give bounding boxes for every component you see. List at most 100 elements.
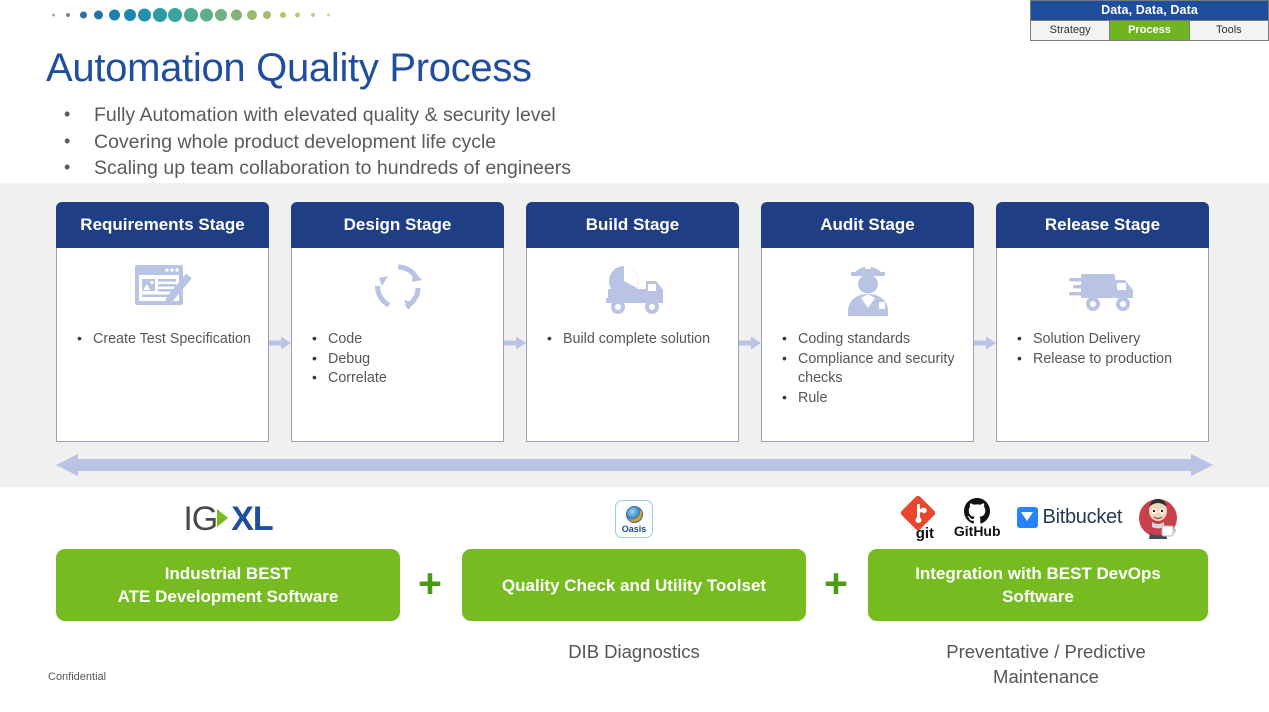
stage-title: Design Stage [291, 202, 504, 248]
caption-line1: Preventative / Predictive [868, 639, 1224, 664]
stage-card-design[interactable]: Design Stage [291, 202, 504, 442]
intro-bullet-item: Scaling up team collaboration to hundred… [52, 156, 852, 180]
green-box-line2: Software [915, 585, 1161, 608]
stage-body: Create Test Specification [56, 248, 269, 442]
delivery-truck-icon [997, 248, 1208, 322]
intro-bullet-item: Fully Automation with elevated quality &… [52, 103, 852, 127]
oasis-logo-text: Oasis [622, 524, 647, 534]
stage-item-list: Coding standards Compliance and security… [762, 330, 973, 408]
tab-strategy[interactable]: Strategy [1031, 21, 1110, 40]
double-headed-arrow-icon [56, 452, 1213, 483]
police-officer-icon [762, 248, 973, 322]
igxl-logo-arrow-icon [215, 506, 230, 530]
slide-canvas: Data, Data, Data Strategy Process Tools … [0, 0, 1269, 712]
github-cat-icon [962, 496, 992, 526]
stage-item-list: Code Debug Correlate [292, 330, 503, 389]
green-box-line2: ATE Development Software [118, 585, 339, 608]
intro-bullet-list: Fully Automation with elevated quality &… [52, 103, 852, 183]
caption-preventative-predictive: Preventative / Predictive Maintenance [868, 639, 1224, 689]
arrow-right-icon [269, 336, 291, 355]
tab-process[interactable]: Process [1110, 21, 1189, 40]
stage-card-requirements[interactable]: Requirements Stage [56, 202, 269, 442]
gradient-dot [138, 9, 151, 22]
stage-title: Build Stage [526, 202, 739, 248]
gradient-dot [124, 9, 136, 21]
gradient-dot [200, 9, 213, 22]
gradient-dot [66, 13, 70, 17]
logo-row-igxl: IG XL [56, 495, 400, 543]
oasis-globe-icon [626, 506, 643, 523]
igxl-logo-text-left: IG [183, 500, 217, 539]
green-box-quality-check[interactable]: Quality Check and Utility Toolset [462, 549, 806, 621]
arrow-right-icon [974, 336, 996, 355]
gradient-dot [52, 14, 55, 17]
stage-list-item: Correlate [304, 369, 495, 389]
green-box-integration-devops[interactable]: Integration with BEST DevOps Software [868, 549, 1208, 621]
stage-item-list: Create Test Specification [57, 330, 268, 350]
arrow-right-icon [739, 336, 761, 355]
document-edit-icon [57, 248, 268, 322]
stage-title: Audit Stage [761, 202, 974, 248]
caption-dib-diagnostics: DIB Diagnostics [462, 639, 806, 664]
stage-card-row: Requirements Stage [56, 202, 1209, 442]
nav-widget: Data, Data, Data Strategy Process Tools [1030, 0, 1269, 41]
logo-row-devops: git GitHub Bitbucket [868, 491, 1208, 543]
plus-separator-2: + [824, 563, 848, 604]
stage-card-build[interactable]: Build Stage [526, 202, 739, 442]
gradient-dot [263, 11, 271, 19]
gradient-dot [153, 8, 167, 22]
green-box-line1: Integration with BEST DevOps [915, 562, 1161, 585]
page-title: Automation Quality Process [46, 46, 532, 91]
gradient-dot [311, 13, 315, 17]
logo-row-oasis: Oasis [462, 495, 806, 543]
stage-list-item: Code [304, 330, 495, 350]
stage-card-release[interactable]: Release Stage [996, 202, 1209, 442]
stage-connector [269, 202, 291, 442]
green-box-industrial-best[interactable]: Industrial BEST ATE Development Software [56, 549, 400, 621]
gradient-dot [109, 10, 120, 21]
gradient-dot-strip [46, 5, 336, 25]
gradient-dot [295, 13, 300, 18]
stage-body: Build complete solution [526, 248, 739, 442]
nav-widget-title: Data, Data, Data [1030, 0, 1269, 20]
stage-list-item: Release to production [1009, 350, 1200, 370]
refresh-cycle-icon [292, 248, 503, 322]
intro-bullet-item: Covering whole product development life … [52, 130, 852, 154]
git-logo: git [898, 493, 938, 542]
gradient-dot [94, 11, 103, 20]
gradient-dot [280, 12, 286, 18]
stage-list-item: Debug [304, 350, 495, 370]
caption-line2: Maintenance [868, 664, 1224, 689]
gradient-dot [247, 10, 257, 20]
arrow-right-icon [504, 336, 526, 355]
stage-connector [739, 202, 761, 442]
jenkins-logo [1138, 495, 1178, 539]
gradient-dot [184, 8, 198, 22]
github-logo-text: GitHub [954, 523, 1001, 539]
green-box-line1: Quality Check and Utility Toolset [502, 574, 766, 597]
git-logo-text: git [916, 525, 934, 542]
bitbucket-mark-icon [1017, 507, 1038, 528]
stage-list-item: Build complete solution [539, 330, 730, 350]
tab-tools[interactable]: Tools [1190, 21, 1268, 40]
bottom-section: IG XL Industrial BEST ATE Development So… [0, 487, 1269, 712]
stage-body: Solution Delivery Release to production [996, 248, 1209, 442]
stage-title: Requirements Stage [56, 202, 269, 248]
stage-card-audit[interactable]: Audit Stage Cod [761, 202, 974, 442]
gradient-dot [327, 14, 330, 17]
stage-list-item: Solution Delivery [1009, 330, 1200, 350]
stage-list-item: Rule [774, 389, 965, 409]
stage-body: Coding standards Compliance and security… [761, 248, 974, 442]
stage-connector [974, 202, 996, 442]
stage-list-item: Coding standards [774, 330, 965, 350]
stage-list-item: Compliance and security checks [774, 350, 965, 389]
stage-body: Code Debug Correlate [291, 248, 504, 442]
igxl-logo: IG XL [183, 500, 272, 539]
stage-item-list: Solution Delivery Release to production [997, 330, 1208, 369]
github-logo: GitHub [954, 496, 1001, 539]
gradient-dot [80, 12, 87, 19]
gradient-dot [215, 9, 227, 21]
jenkins-butler-icon [1138, 495, 1178, 541]
nav-widget-tabs: Strategy Process Tools [1030, 20, 1269, 41]
confidential-label: Confidential [48, 671, 106, 683]
